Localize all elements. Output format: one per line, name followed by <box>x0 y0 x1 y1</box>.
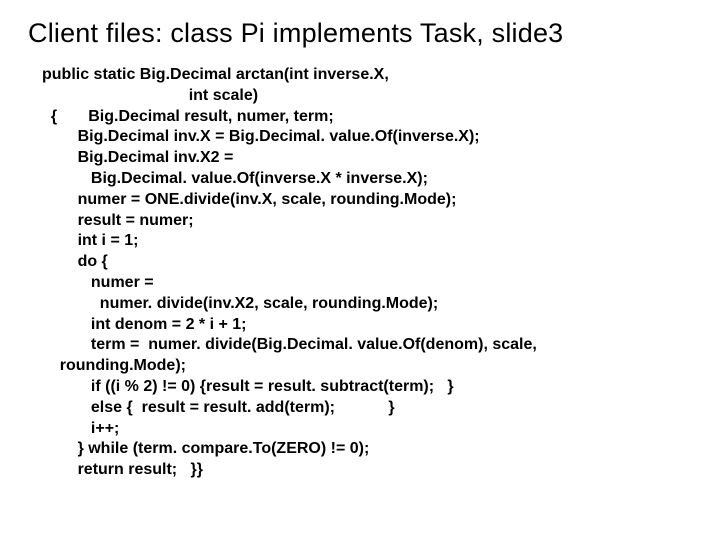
slide-title: Client files: class Pi implements Task, … <box>28 18 692 49</box>
code-block: public static Big.Decimal arctan(int inv… <box>28 65 692 481</box>
slide: Client files: class Pi implements Task, … <box>0 0 720 540</box>
